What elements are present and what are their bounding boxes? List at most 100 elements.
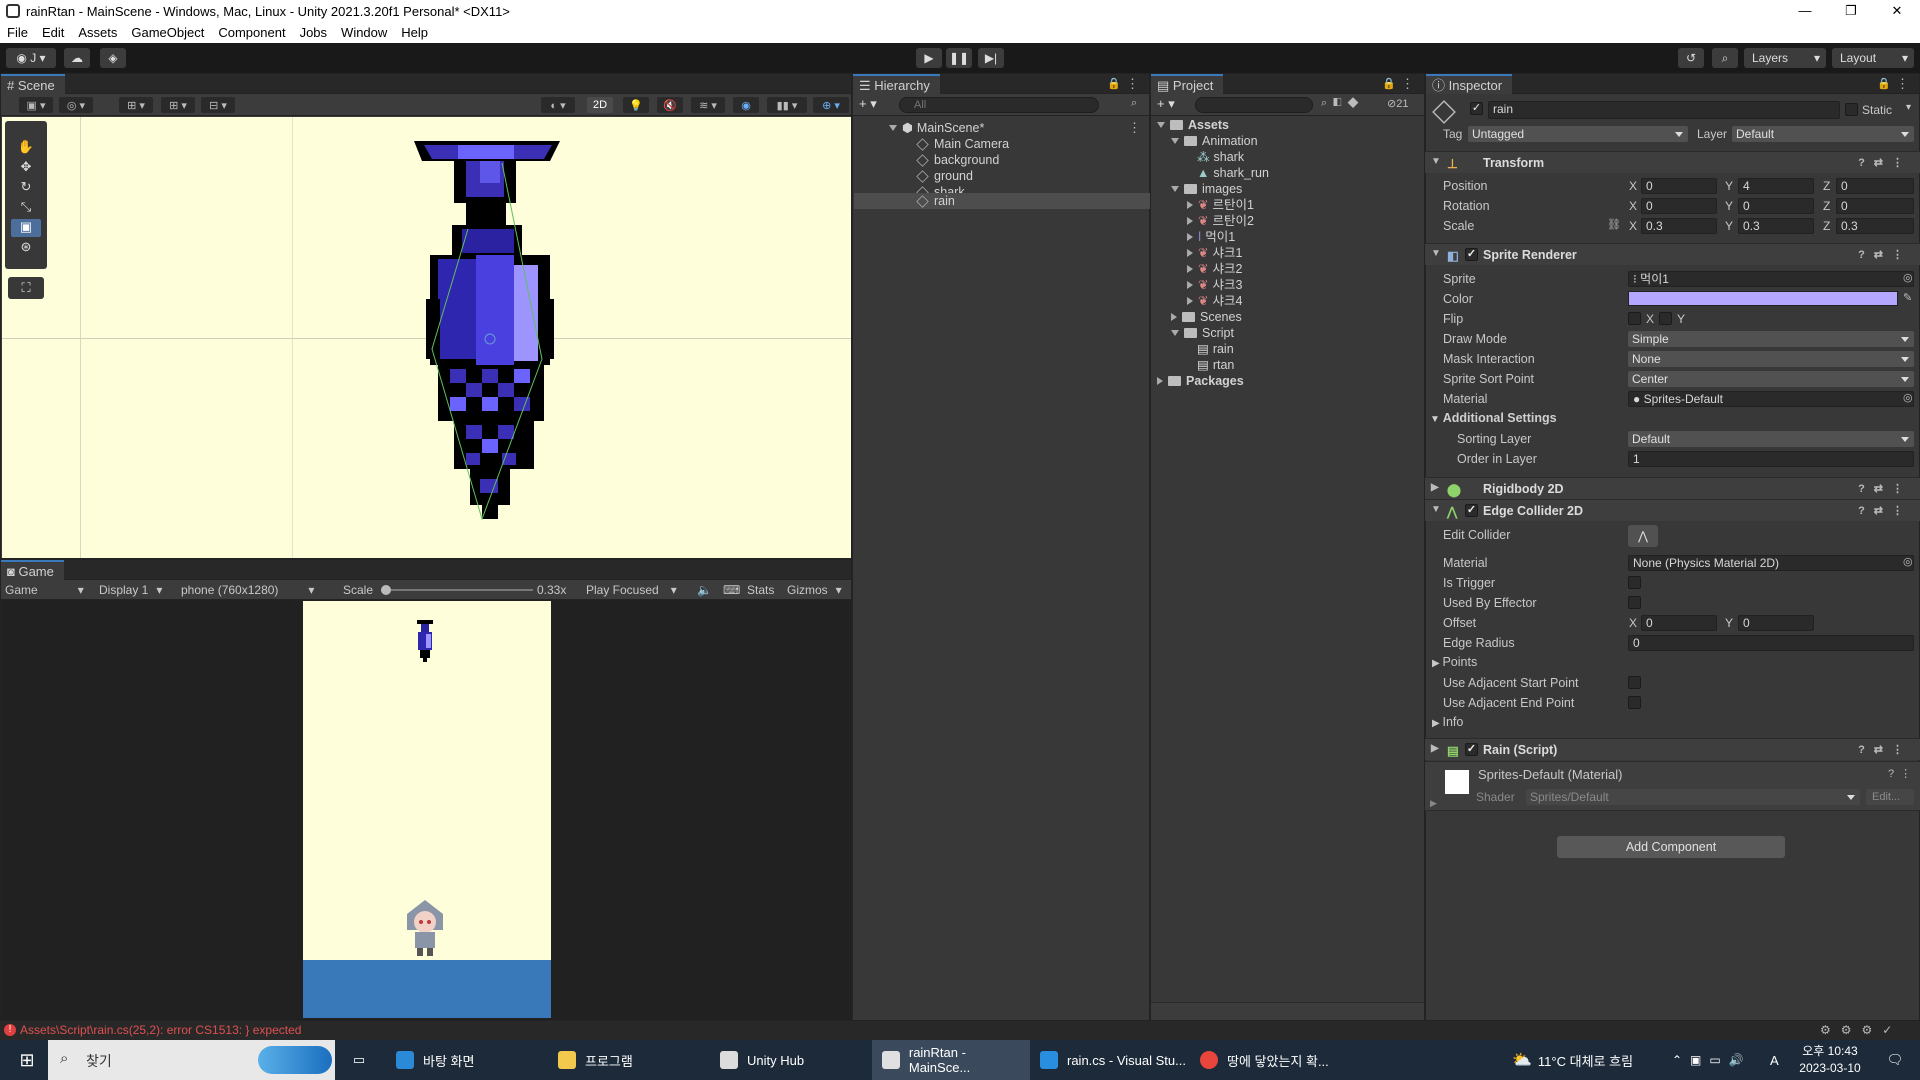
shader-dropdown[interactable]: Sprites/Default: [1526, 789, 1860, 805]
hierarchy-scene-root[interactable]: ⬢ MainScene*: [889, 120, 984, 136]
asset-shark-run-clip[interactable]: ▲ shark_run: [1197, 165, 1269, 181]
additional-settings-foldout[interactable]: ▼ Additional Settings: [1430, 411, 1557, 425]
camera-button[interactable]: ▮▮ ▾: [767, 97, 807, 113]
inspector-kebab-icon[interactable]: ⋮: [1896, 76, 1909, 92]
layer-dropdown[interactable]: Default: [1732, 126, 1914, 142]
sprite-renderer-component-header[interactable]: ▼ ◧ ✓ Sprite Renderer ?⇄⋮: [1425, 243, 1920, 265]
shader-edit-button[interactable]: Edit...: [1866, 789, 1914, 805]
audio-toggle[interactable]: 🔇: [657, 97, 683, 113]
transform-tool-icon[interactable]: ⊛: [11, 239, 41, 257]
move-tool-icon[interactable]: ✥: [11, 159, 41, 177]
close-button[interactable]: ✕: [1874, 0, 1920, 22]
asset-image-shark4[interactable]: ❦ 샤크4: [1187, 293, 1242, 309]
account-button[interactable]: ◉ J ▾: [6, 48, 56, 68]
object-name-field[interactable]: rain: [1488, 101, 1840, 119]
folder-animation[interactable]: Animation: [1171, 133, 1258, 149]
menu-component[interactable]: Component: [211, 25, 292, 40]
physics-material-field[interactable]: None (Physics Material 2D): [1628, 555, 1914, 571]
adjacent-end-checkbox[interactable]: [1628, 696, 1641, 709]
taskbar-item-vscode[interactable]: rain.cs - Visual Stu...: [1040, 1040, 1190, 1080]
history-button[interactable]: ↺: [1678, 48, 1704, 68]
asset-shark-controller[interactable]: ⁂ shark: [1197, 149, 1244, 165]
scene-kebab-icon[interactable]: ⋮: [1128, 120, 1141, 136]
component-header-icons[interactable]: ?⇄⋮: [1858, 504, 1912, 517]
edge-collider-enabled-checkbox[interactable]: ✓: [1465, 504, 1478, 517]
taskbar-search-box[interactable]: ⌕ 찾기: [48, 1040, 335, 1080]
game-viewport[interactable]: [1, 600, 851, 1020]
step-button[interactable]: ▶|: [978, 48, 1004, 68]
asset-image-shark1[interactable]: ❦ 샤크1: [1187, 245, 1242, 261]
draw-mode-dropdown[interactable]: Simple: [1628, 331, 1914, 347]
order-in-layer-field[interactable]: 1: [1628, 451, 1914, 467]
position-z-field[interactable]: 0: [1836, 178, 1914, 194]
mask-interaction-dropdown[interactable]: None: [1628, 351, 1914, 367]
increment-button[interactable]: ⊟ ▾: [201, 97, 235, 113]
position-y-field[interactable]: 4: [1738, 178, 1814, 194]
static-checkbox[interactable]: [1845, 103, 1858, 116]
inspector-lock-icon[interactable]: 🔒: [1877, 77, 1891, 90]
info-foldout[interactable]: ▶ Info: [1432, 715, 1463, 729]
rigidbody2d-component-header[interactable]: ▶ ⬤ Rigidbody 2D ?⇄⋮: [1425, 477, 1920, 499]
edge-radius-field[interactable]: 0: [1628, 635, 1914, 651]
component-header-icons[interactable]: ?⇄⋮: [1858, 248, 1912, 261]
component-header-icons[interactable]: ?⇄⋮: [1858, 743, 1912, 756]
gizmos-dropdown[interactable]: Gizmos ▾: [787, 582, 842, 598]
tab-hierarchy[interactable]: ☰ Hierarchy: [853, 74, 940, 94]
hierarchy-item-background[interactable]: background: [916, 152, 999, 168]
material-header-icons[interactable]: ?⋮: [1888, 767, 1917, 780]
static-dropdown-icon[interactable]: ▾: [1906, 102, 1911, 113]
offset-x-field[interactable]: 0: [1641, 615, 1717, 631]
component-header-icons[interactable]: ?⇄⋮: [1858, 156, 1912, 169]
mute-audio-icon[interactable]: 🔈: [697, 582, 712, 598]
physics-material-picker-icon[interactable]: ◎: [1903, 555, 1913, 568]
flip-x-checkbox[interactable]: [1628, 312, 1641, 325]
scale-slider[interactable]: [383, 589, 533, 591]
menu-file[interactable]: File: [0, 25, 35, 40]
color-swatch[interactable]: [1628, 291, 1898, 306]
hierarchy-search-input[interactable]: [899, 97, 1099, 113]
asset-image-food1[interactable]: ǀ 먹이1: [1187, 229, 1235, 245]
add-component-button[interactable]: Add Component: [1557, 836, 1785, 858]
taskbar-clock[interactable]: 오후 10:43 2023-03-10: [1790, 1043, 1870, 1077]
taskbar-item-unity-editor[interactable]: rainRtan - MainSce...: [872, 1040, 1030, 1080]
scale-tool-icon[interactable]: ⤡: [11, 199, 41, 217]
play-button[interactable]: ▶: [916, 48, 942, 68]
rotation-y-field[interactable]: 0: [1738, 198, 1814, 214]
taskbar-item-unity-hub[interactable]: Unity Hub: [720, 1040, 870, 1080]
offset-y-field[interactable]: 0: [1738, 615, 1814, 631]
sprite-renderer-enabled-checkbox[interactable]: ✓: [1465, 248, 1478, 261]
rain-script-component-header[interactable]: ▶ ▤ ✓ Rain (Script) ?⇄⋮: [1425, 738, 1920, 760]
is-trigger-checkbox[interactable]: [1628, 576, 1641, 589]
hierarchy-item-ground[interactable]: ground: [916, 168, 973, 184]
rain-script-enabled-checkbox[interactable]: ✓: [1465, 743, 1478, 756]
render-mode-button[interactable]: ◎ ▾: [59, 97, 93, 113]
windows-start-button[interactable]: ⊞: [12, 1040, 42, 1080]
sorting-layer-dropdown[interactable]: Default: [1628, 431, 1914, 447]
search-filter-icon[interactable]: ⌕: [1131, 97, 1137, 110]
active-checkbox[interactable]: ✓: [1470, 102, 1483, 115]
edge-collider2d-component-header[interactable]: ▼ ⋀ ✓ Edge Collider 2D ?⇄⋮: [1425, 499, 1920, 521]
search-button[interactable]: ⌕: [1712, 48, 1738, 68]
constrain-proportions-icon[interactable]: ⛓: [1607, 218, 1621, 231]
taskbar-item-chrome[interactable]: 땅에 닿았는지 확...: [1200, 1040, 1350, 1080]
collab-button[interactable]: ◈: [100, 48, 126, 68]
play-focused-dropdown[interactable]: Play Focused ▾: [586, 582, 677, 598]
tag-dropdown[interactable]: Untagged: [1468, 126, 1688, 142]
rect-tool-icon[interactable]: ▣: [11, 219, 41, 237]
notification-button[interactable]: 🗨: [1880, 1040, 1910, 1080]
game-view-dropdown[interactable]: Game ▾: [5, 582, 84, 598]
folder-scenes[interactable]: Scenes: [1171, 309, 1242, 325]
adjacent-start-checkbox[interactable]: [1628, 676, 1641, 689]
taskbar-item-desktop[interactable]: 바탕 화면: [396, 1040, 546, 1080]
sprite-field[interactable]: ⁝ 먹이1: [1628, 271, 1914, 287]
tab-inspector[interactable]: ⓘ Inspector: [1426, 74, 1513, 94]
folder-packages[interactable]: Packages: [1157, 373, 1244, 389]
maximize-button[interactable]: ❐: [1828, 0, 1874, 22]
hidden-objects-toggle[interactable]: ◉: [733, 97, 759, 113]
sprite-sort-point-dropdown[interactable]: Center: [1628, 371, 1914, 387]
used-by-effector-checkbox[interactable]: [1628, 596, 1641, 609]
cloud-button[interactable]: ☁: [64, 48, 90, 68]
layers-dropdown[interactable]: Layers ▾: [1744, 48, 1826, 68]
minimize-button[interactable]: —: [1782, 0, 1828, 22]
scale-slider-handle[interactable]: [381, 585, 391, 595]
